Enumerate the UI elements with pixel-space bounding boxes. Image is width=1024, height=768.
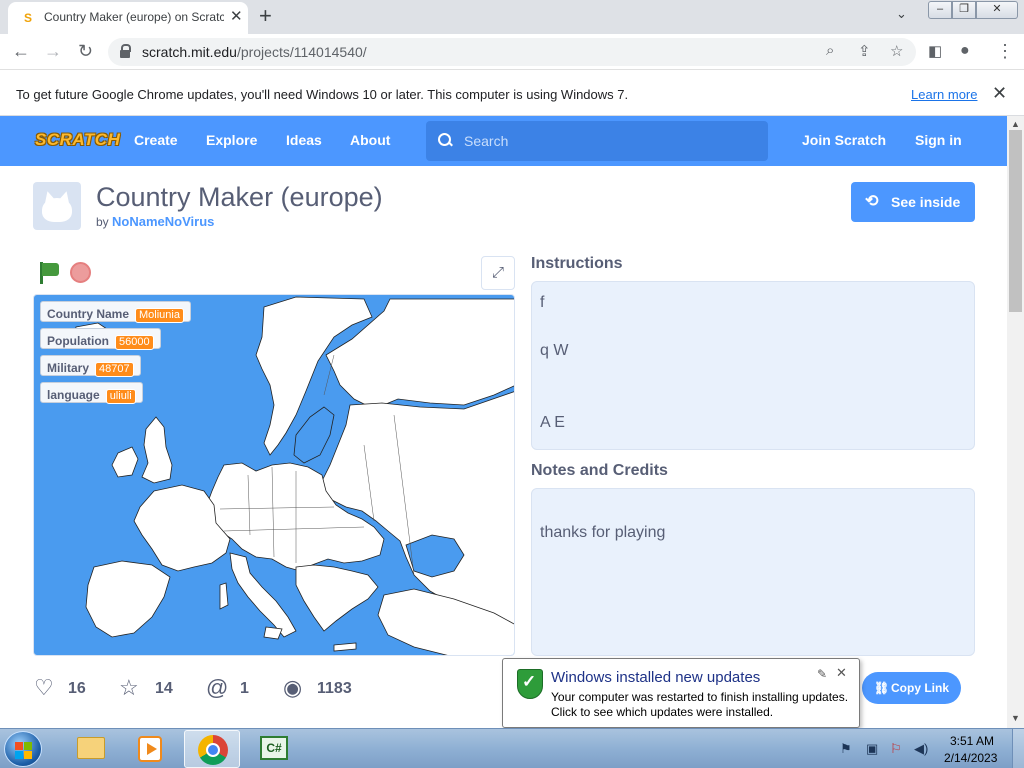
see-inside-button[interactable]: ⟲ See inside: [851, 182, 975, 222]
window-restore-button[interactable]: ❐: [952, 1, 976, 19]
profile-avatar-icon[interactable]: ●: [960, 41, 970, 61]
project-title: Country Maker (europe): [96, 182, 383, 212]
notification-close-icon[interactable]: ✕: [836, 665, 847, 681]
instructions-box: f q W A E: [531, 281, 975, 450]
tab-title: Country Maker (europe) on Scratch: [44, 10, 224, 24]
update-infobar: To get future Google Chrome updates, you…: [0, 71, 1024, 116]
windows-taskbar: C# ⚑ ▣ ⚐ ◀) 3:51 AM 2/14/2023: [0, 728, 1024, 768]
browser-toolbar: ← → ↻ scratch.mit.edu/projects/114014540…: [0, 34, 1024, 70]
see-inside-icon: ⟲: [865, 193, 879, 210]
clock-date[interactable]: 2/14/2023: [944, 751, 997, 765]
reload-icon[interactable]: ↻: [78, 41, 93, 61]
options-wrench-icon[interactable]: ✎: [817, 667, 827, 681]
update-tray-icon[interactable]: ⚑: [840, 741, 852, 757]
forward-arrow-icon[interactable]: →: [44, 41, 62, 61]
scroll-down-arrow-icon[interactable]: ▼: [1011, 713, 1020, 723]
tab-close-icon[interactable]: ✕: [230, 9, 243, 25]
zoom-search-icon[interactable]: ⌕: [826, 42, 834, 59]
heart-icon: ♡: [34, 675, 54, 700]
author-avatar[interactable]: [33, 182, 81, 230]
taskbar-explorer[interactable]: [62, 730, 118, 768]
window-minimize-button[interactable]: –: [928, 1, 952, 19]
notes-box: thanks for playing: [531, 488, 975, 656]
folder-icon: [77, 737, 105, 759]
window-close-button[interactable]: ✕: [976, 1, 1018, 19]
menu-kebab-icon[interactable]: ⋮: [996, 41, 1014, 61]
bookmark-star-icon[interactable]: ☆: [890, 42, 903, 60]
link-icon: ⛓: [874, 681, 890, 695]
nav-explore[interactable]: Explore: [206, 132, 257, 148]
country-name-monitor: Country Name Moliunia: [40, 301, 191, 323]
nav-create[interactable]: Create: [134, 132, 178, 148]
search-icon: [438, 133, 452, 147]
security-shield-icon: ✓: [517, 669, 543, 699]
taskbar-chrome[interactable]: [184, 730, 240, 768]
copy-link-button[interactable]: ⛓ Copy Link: [862, 672, 961, 704]
military-monitor: Military 48707: [40, 355, 141, 377]
lock-icon: [120, 44, 131, 58]
csharp-icon: C#: [260, 736, 288, 760]
sign-in-link[interactable]: Sign in: [915, 132, 962, 148]
star-icon: ☆: [119, 675, 139, 700]
scrollbar-thumb[interactable]: [1009, 130, 1022, 312]
population-monitor: Population 56000: [40, 328, 161, 350]
join-scratch-link[interactable]: Join Scratch: [802, 132, 886, 148]
eye-icon: ◉: [283, 675, 303, 700]
chrome-icon: [198, 735, 228, 765]
project-byline: by NoNameNoVirus: [96, 214, 215, 229]
windows-update-notification[interactable]: ✓ Windows installed new updates Your com…: [502, 658, 860, 728]
side-panel-icon[interactable]: ◧: [928, 42, 942, 62]
media-player-icon: [138, 736, 162, 762]
fullscreen-icon[interactable]: ⤢: [481, 256, 515, 290]
scroll-up-arrow-icon[interactable]: ▲: [1011, 119, 1020, 129]
nav-about[interactable]: About: [350, 132, 390, 148]
clock-time[interactable]: 3:51 AM: [950, 734, 994, 748]
infobar-close-icon[interactable]: ✕: [992, 83, 1007, 104]
stop-sign-icon[interactable]: [70, 262, 91, 283]
scratch-navbar: SCRATCH Create Explore Ideas About Join …: [0, 116, 1007, 166]
share-icon[interactable]: ⇪: [858, 42, 871, 60]
address-bar[interactable]: scratch.mit.edu/projects/114014540/ ⌕ ⇪ …: [108, 38, 916, 66]
site-search: [426, 121, 768, 161]
tab-search-chevron-icon[interactable]: ⌄: [896, 6, 907, 22]
infobar-message: To get future Google Chrome updates, you…: [16, 87, 629, 102]
remix-spiral-icon: @: [206, 675, 229, 700]
learn-more-link[interactable]: Learn more: [911, 87, 977, 102]
new-tab-icon[interactable]: +: [259, 4, 272, 28]
volume-icon[interactable]: ◀): [914, 741, 928, 757]
start-button[interactable]: [4, 731, 42, 767]
project-stage[interactable]: Country Name Moliunia Population 56000 Mil…: [33, 294, 515, 656]
url-text: scratch.mit.edu/projects/114014540/: [142, 44, 367, 60]
notes-heading: Notes and Credits: [531, 462, 668, 479]
scratch-logo[interactable]: SCRATCH: [35, 126, 120, 154]
nav-ideas[interactable]: Ideas: [286, 132, 322, 148]
show-desktop-button[interactable]: [1012, 729, 1024, 768]
browser-tab[interactable]: S Country Maker (europe) on Scratch ✕: [8, 2, 248, 34]
notification-title: Windows installed new updates: [551, 669, 761, 686]
green-flag-icon[interactable]: [38, 262, 62, 284]
network-icon[interactable]: ▣: [866, 741, 878, 757]
search-input[interactable]: [464, 132, 754, 150]
europe-map: [73, 296, 514, 655]
taskbar-media-player[interactable]: [122, 730, 178, 768]
scratch-favicon-icon: S: [23, 11, 32, 25]
page-scrollbar[interactable]: ▲ ▼: [1007, 116, 1024, 728]
instructions-heading: Instructions: [531, 255, 623, 272]
action-center-flag-icon[interactable]: ⚐: [890, 741, 902, 757]
author-link[interactable]: NoNameNoVirus: [112, 214, 214, 229]
taskbar-csharp[interactable]: C#: [246, 730, 302, 768]
browser-tab-strip: S Country Maker (europe) on Scratch ✕ + …: [0, 0, 1024, 34]
back-arrow-icon[interactable]: ←: [12, 41, 30, 61]
language-monitor: language uliuli: [40, 382, 143, 404]
